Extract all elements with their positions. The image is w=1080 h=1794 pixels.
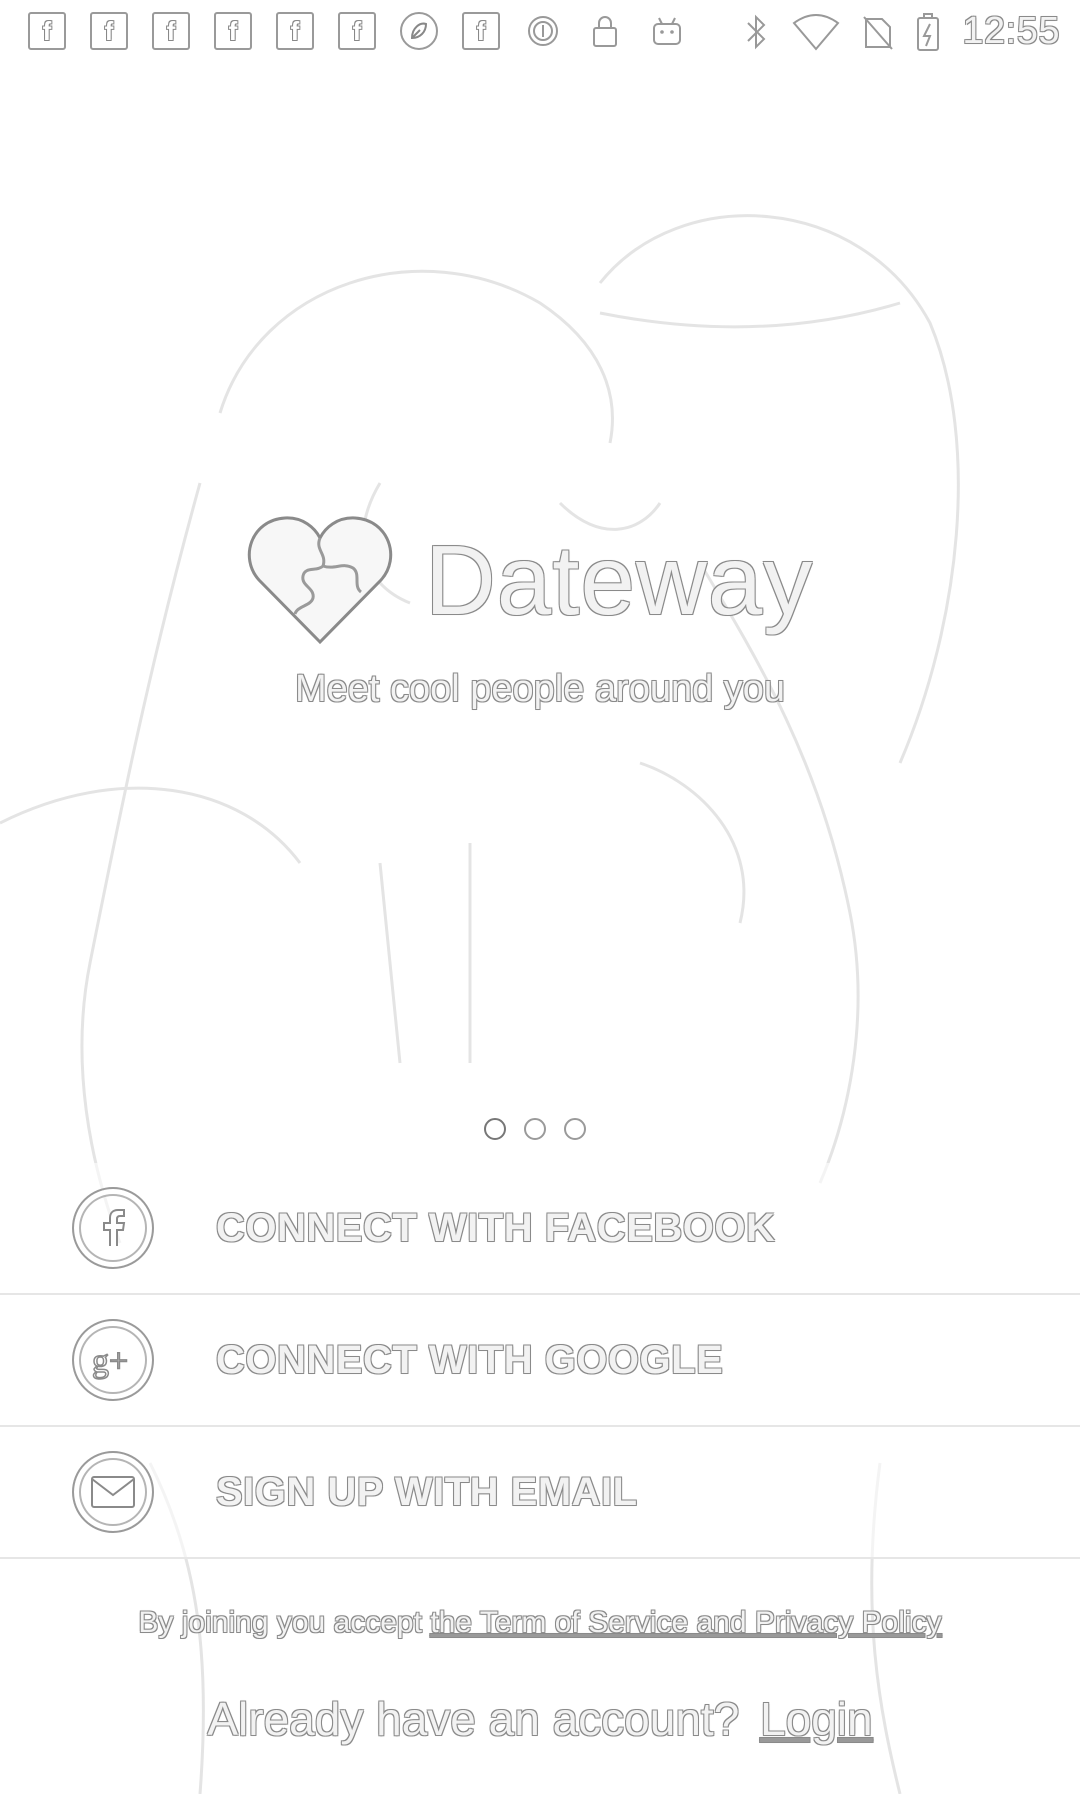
page-dot-1[interactable] — [484, 1118, 506, 1140]
no-sim-icon — [863, 15, 894, 50]
page-dot-2[interactable] — [524, 1118, 546, 1140]
google-plus-icon: g+ — [72, 1319, 154, 1401]
page-indicator — [484, 1118, 586, 1140]
wifi-icon — [792, 13, 840, 51]
notification-icons: f f f f f f f — [28, 12, 686, 50]
connect-google-button[interactable]: g+ CONNECT WITH GOOGLE — [0, 1295, 1080, 1427]
battery-icon — [917, 12, 940, 51]
login-question: Already have an account? — [207, 1693, 740, 1745]
system-icons: 12:55 — [744, 10, 1060, 53]
connect-google-label: CONNECT WITH GOOGLE — [216, 1337, 724, 1382]
app-logo: Dateway — [245, 510, 813, 650]
app-name: Dateway — [425, 524, 814, 635]
puzzle-heart-icon — [247, 516, 393, 645]
status-time: 12:55 — [962, 10, 1060, 52]
facebook-icon — [72, 1187, 154, 1269]
login-prompt: Already have an account? Login — [0, 1692, 1080, 1746]
bluetooth-icon — [747, 14, 766, 49]
svg-text:g+: g+ — [92, 1343, 128, 1380]
facebook-icon: f — [214, 12, 252, 50]
signup-email-label: SIGN UP WITH EMAIL — [216, 1469, 638, 1514]
facebook-icon: f — [338, 12, 376, 50]
facebook-icon: f — [152, 12, 190, 50]
data-saver-icon — [524, 12, 562, 50]
signup-options: CONNECT WITH FACEBOOK g+ CONNECT WITH GO… — [0, 1163, 1080, 1559]
login-link[interactable]: Login — [760, 1693, 873, 1745]
app-icon — [400, 12, 438, 50]
terms-notice: By joining you accept the Term of Servic… — [0, 1606, 1080, 1640]
app-tagline: Meet cool people around you — [294, 668, 786, 710]
facebook-icon: f — [276, 12, 314, 50]
connect-facebook-label: CONNECT WITH FACEBOOK — [216, 1205, 776, 1250]
status-bar: f f f f f f f 12:55 — [0, 0, 1080, 63]
connect-facebook-button[interactable]: CONNECT WITH FACEBOOK — [0, 1163, 1080, 1295]
email-icon — [72, 1451, 154, 1533]
facebook-icon: f — [462, 12, 500, 50]
terms-link[interactable]: the Term of Service and Privacy Policy — [430, 1606, 941, 1639]
page-dot-3[interactable] — [564, 1118, 586, 1140]
facebook-icon: f — [28, 12, 66, 50]
signup-email-button[interactable]: SIGN UP WITH EMAIL — [0, 1427, 1080, 1559]
terms-prefix: By joining you accept — [138, 1606, 431, 1639]
lock-icon — [586, 12, 624, 50]
facebook-icon: f — [90, 12, 128, 50]
android-icon — [648, 12, 686, 50]
